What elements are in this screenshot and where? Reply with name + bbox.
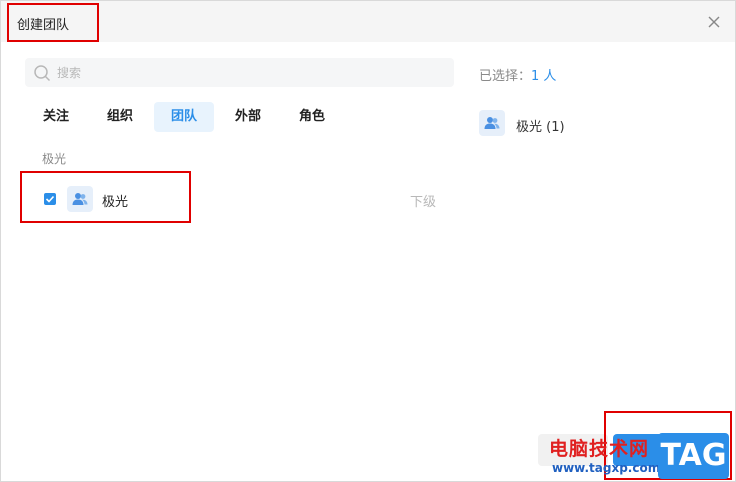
search-icon — [34, 65, 51, 82]
tab-organization[interactable]: 组织 — [89, 102, 151, 132]
team-avatar — [67, 186, 93, 212]
list-item[interactable]: 极光 下级 — [25, 180, 455, 218]
cancel-button[interactable] — [538, 434, 608, 466]
selected-prefix: 已选择： — [479, 69, 532, 84]
tab-follow[interactable]: 关注 — [25, 102, 87, 132]
selected-count: 1 人 — [531, 69, 557, 84]
close-button[interactable] — [704, 12, 724, 32]
selected-summary: 已选择：1 人 — [479, 65, 556, 84]
item-name: 极光 — [102, 195, 129, 210]
search-box[interactable] — [25, 58, 454, 87]
create-team-dialog: 创建团队 关注 组织 团队 外部 角色 极光 — [0, 0, 736, 482]
confirm-button[interactable] — [613, 434, 723, 466]
dialog-titlebar: 创建团队 — [1, 1, 735, 42]
selected-item-label: 极光 (1) — [516, 120, 565, 135]
search-input[interactable] — [57, 63, 437, 83]
list-section-label: 极光 — [42, 152, 67, 166]
dialog-title: 创建团队 — [17, 18, 70, 33]
tab-external[interactable]: 外部 — [217, 102, 279, 132]
close-icon — [708, 16, 720, 28]
selected-team-avatar — [479, 110, 505, 136]
team-icon — [72, 193, 88, 205]
selected-item[interactable]: 极光 (1) — [479, 110, 719, 138]
tab-team[interactable]: 团队 — [154, 102, 214, 132]
tab-role[interactable]: 角色 — [281, 102, 343, 132]
item-checkbox[interactable] — [44, 193, 56, 205]
team-icon — [484, 117, 500, 129]
sub-level-link[interactable]: 下级 — [410, 191, 436, 210]
check-icon — [45, 195, 55, 203]
